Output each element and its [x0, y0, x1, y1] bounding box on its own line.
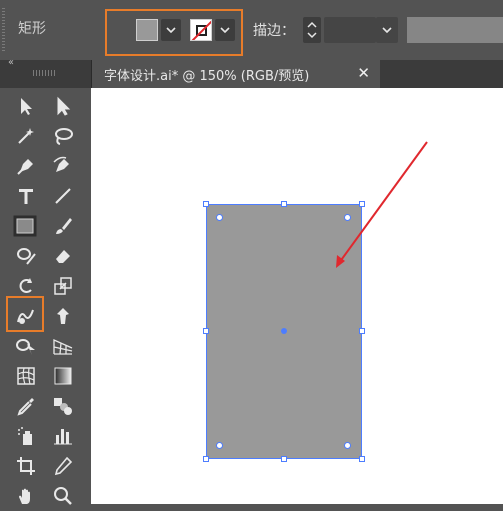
annotation-arrow — [336, 141, 428, 268]
